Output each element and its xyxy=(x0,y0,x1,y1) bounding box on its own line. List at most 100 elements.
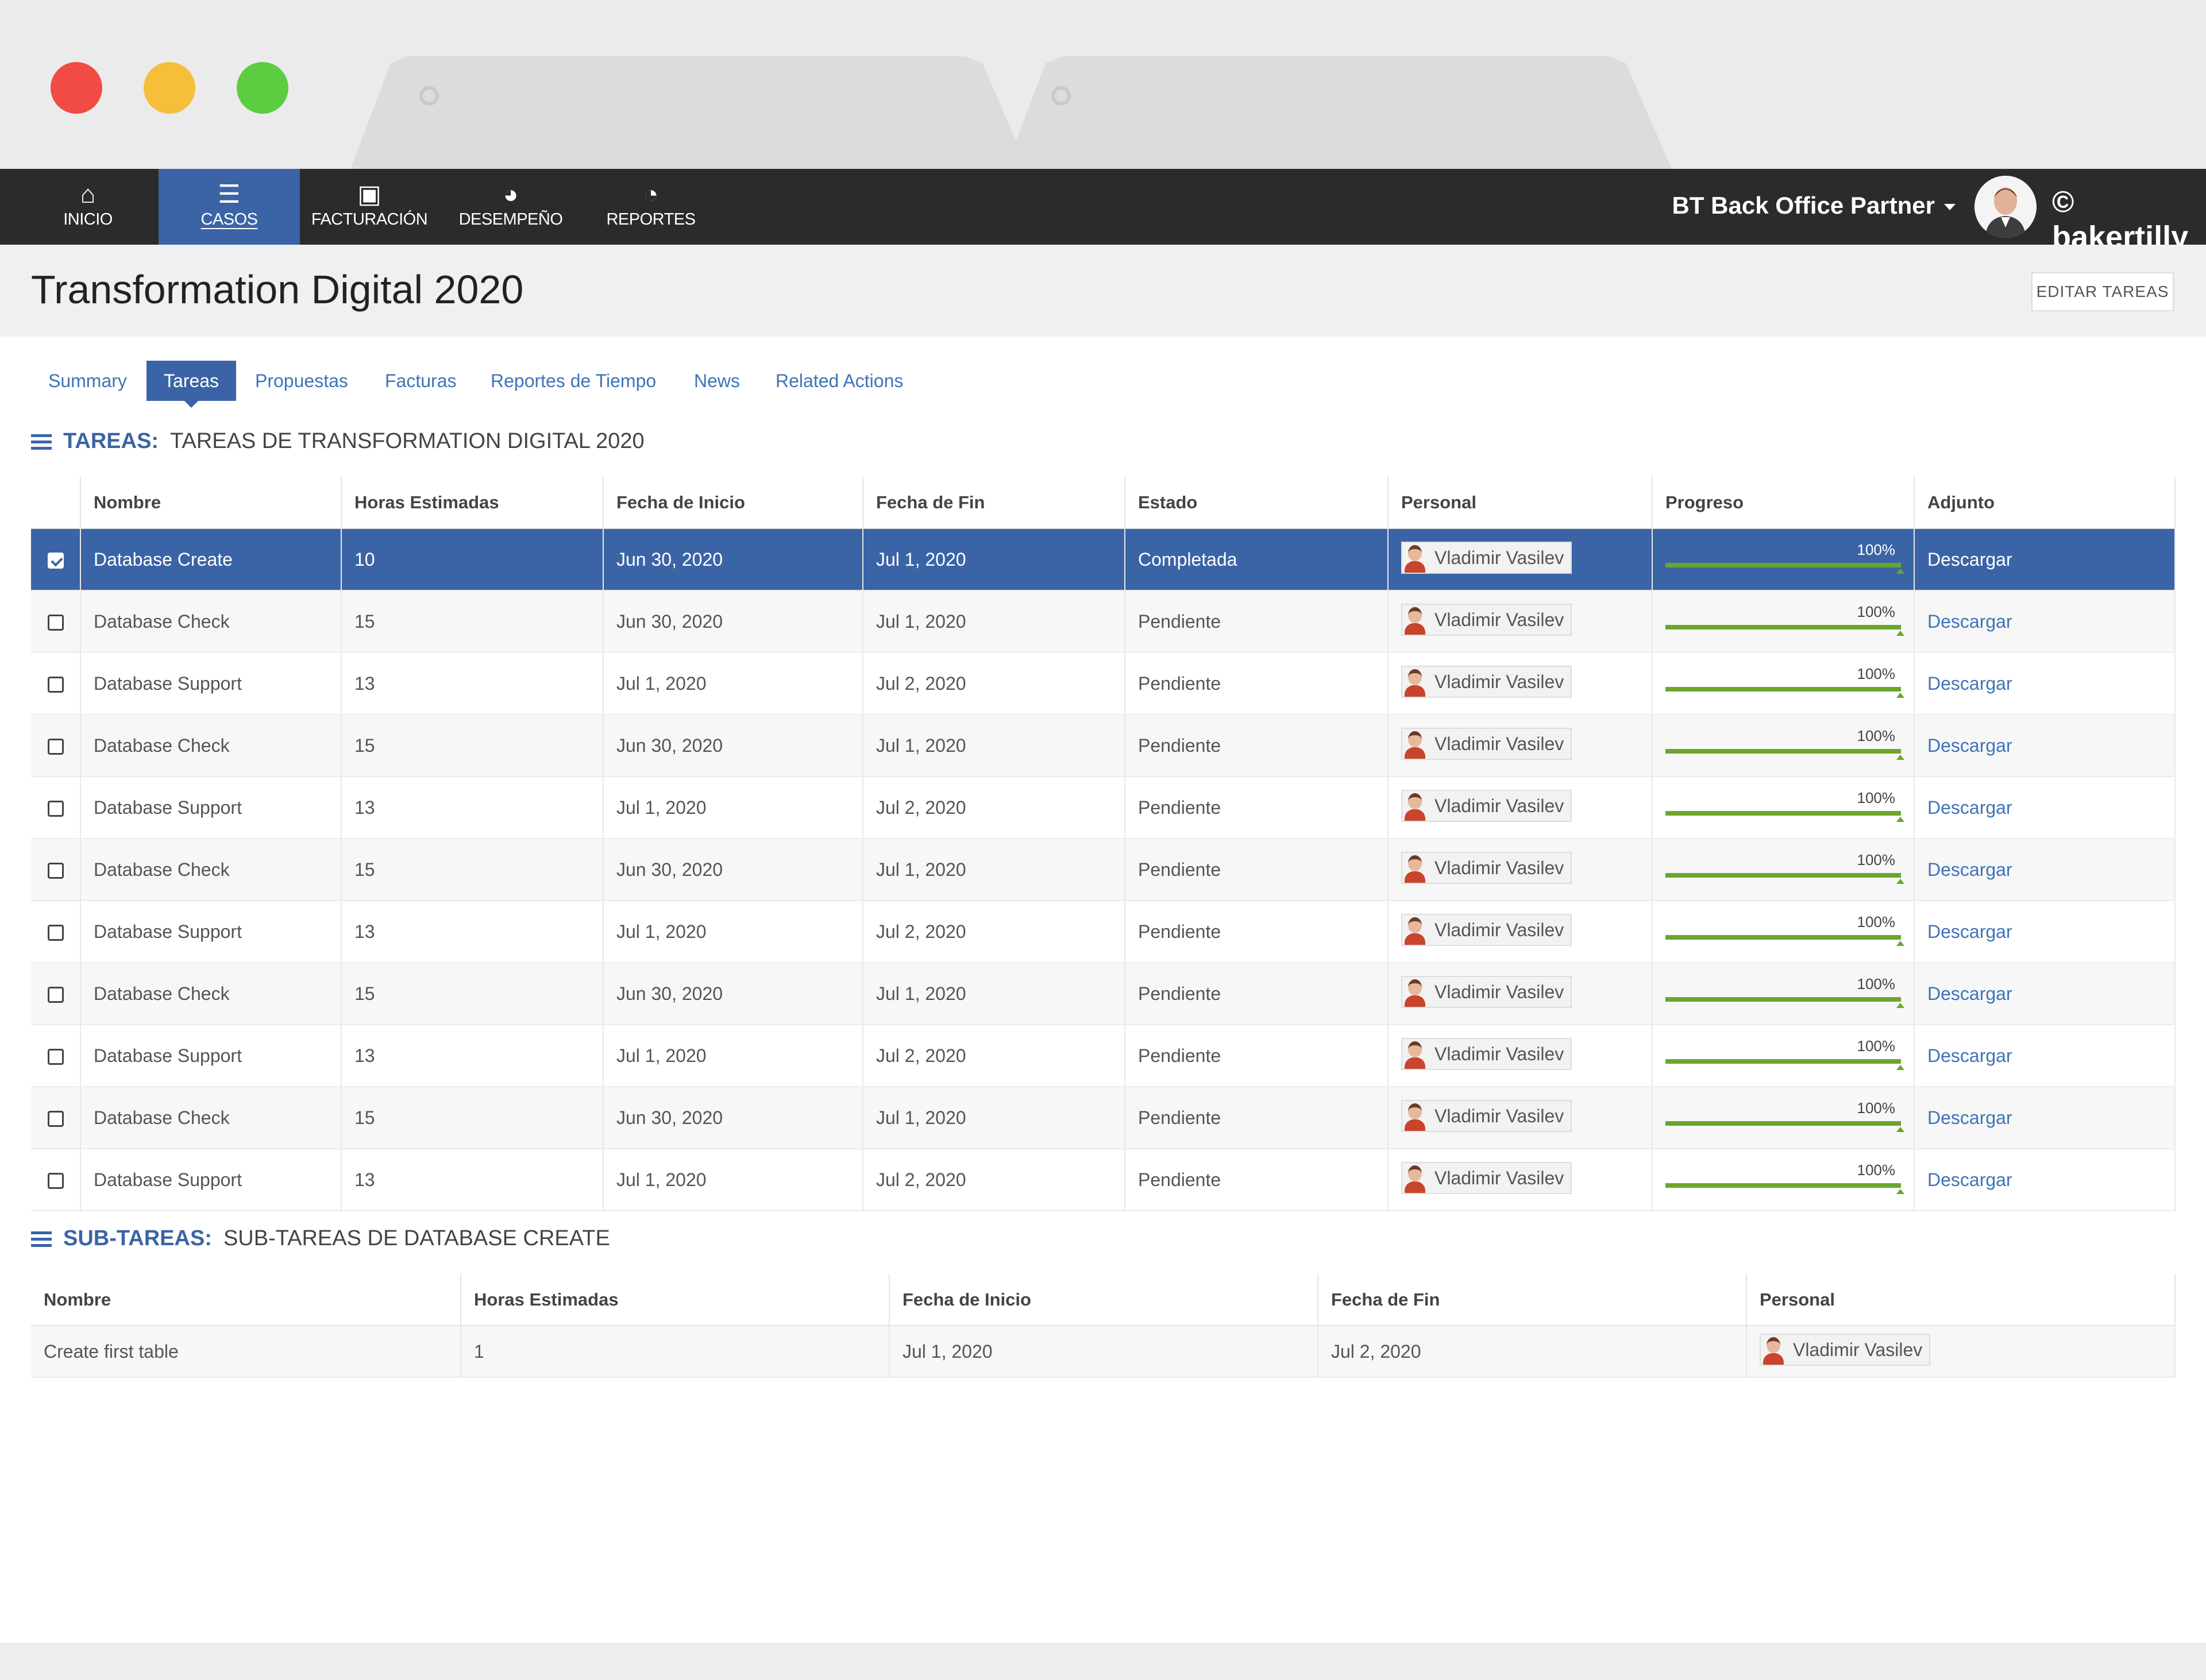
browser-tab[interactable] xyxy=(350,56,1028,169)
browser-tab[interactable] xyxy=(1005,56,1672,169)
person-chip[interactable]: Vladimir Vasilev xyxy=(1401,976,1572,1008)
row-checkbox[interactable] xyxy=(47,1111,64,1127)
task-start-date: Jul 1, 2020 xyxy=(603,777,863,839)
table-row[interactable]: Database Check 15 Jun 30, 2020 Jul 1, 20… xyxy=(31,963,2176,1025)
close-window-button[interactable] xyxy=(51,62,102,114)
download-link[interactable]: Descargar xyxy=(1927,921,2012,942)
money-icon: ▣ xyxy=(357,180,381,208)
progress-marker-icon xyxy=(1896,817,1904,822)
minimize-window-button[interactable] xyxy=(144,62,195,114)
column-header[interactable]: Estado xyxy=(1125,477,1389,529)
download-link[interactable]: Descargar xyxy=(1927,549,2012,570)
table-row[interactable]: Database Support 13 Jul 1, 2020 Jul 2, 2… xyxy=(31,1149,2176,1211)
row-checkbox[interactable] xyxy=(47,863,64,879)
progress-fill xyxy=(1665,811,1901,816)
subtasks-heading-key: SUB-TAREAS: xyxy=(63,1226,212,1250)
row-checkbox[interactable] xyxy=(47,987,64,1003)
task-start-date: Jun 30, 2020 xyxy=(603,528,863,591)
table-row[interactable]: Database Support 13 Jul 1, 2020 Jul 2, 2… xyxy=(31,777,2176,839)
download-link[interactable]: Descargar xyxy=(1927,673,2012,694)
table-row[interactable]: Database Check 15 Jun 30, 2020 Jul 1, 20… xyxy=(31,715,2176,777)
download-link[interactable]: Descargar xyxy=(1927,611,2012,632)
download-link[interactable]: Descargar xyxy=(1927,1169,2012,1190)
tab-close-icon[interactable] xyxy=(1051,86,1071,106)
download-link[interactable]: Descargar xyxy=(1927,1107,2012,1128)
row-checkbox[interactable] xyxy=(47,1173,64,1189)
column-header[interactable]: Personal xyxy=(1388,477,1653,529)
table-row[interactable]: Create first table 1 Jul 1, 2020 Jul 2, … xyxy=(31,1326,2176,1378)
partner-dropdown[interactable]: BT Back Office Partner xyxy=(1672,192,1956,219)
tab-related-actions[interactable]: Related Actions xyxy=(776,361,903,401)
table-row[interactable]: Database Check 15 Jun 30, 2020 Jul 1, 20… xyxy=(31,590,2176,653)
nav-item-casos[interactable]: ☰ CASOS xyxy=(159,169,300,245)
task-status: Pendiente xyxy=(1125,590,1389,653)
nav-item-inicio[interactable]: ⌂ INICIO xyxy=(17,169,159,245)
row-checkbox[interactable] xyxy=(47,615,64,631)
tab-close-icon[interactable] xyxy=(419,86,439,106)
person-chip[interactable]: Vladimir Vasilev xyxy=(1401,1162,1572,1194)
person-chip[interactable]: Vladimir Vasilev xyxy=(1401,666,1572,698)
tab-tareas[interactable]: Tareas xyxy=(146,361,237,408)
download-link[interactable]: Descargar xyxy=(1927,983,2012,1004)
nav-item-reportes[interactable]: ◔ REPORTES xyxy=(580,169,722,245)
person-name: Vladimir Vasilev xyxy=(1434,981,1564,1002)
download-link[interactable]: Descargar xyxy=(1927,859,2012,880)
row-checkbox[interactable] xyxy=(47,739,64,755)
nav-item-desempeno[interactable]: ◕ DESEMPEÑO xyxy=(440,169,581,245)
task-name: Database Check xyxy=(80,1087,342,1149)
task-personal-cell: Vladimir Vasilev xyxy=(1388,590,1653,653)
table-row[interactable]: Database Check 15 Jun 30, 2020 Jul 1, 20… xyxy=(31,839,2176,901)
tab-reportes-de-tiempo[interactable]: Reportes de Tiempo xyxy=(491,361,656,401)
row-checkbox[interactable] xyxy=(47,553,64,569)
progress-fill xyxy=(1665,1059,1901,1064)
top-nav: ⌂ INICIO ☰ CASOS ▣ FACTURACIÓN ◕ DESEMPE… xyxy=(0,169,2206,254)
table-row[interactable]: Database Create 10 Jun 30, 2020 Jul 1, 2… xyxy=(31,528,2176,591)
person-chip[interactable]: Vladimir Vasilev xyxy=(1401,790,1572,822)
table-row[interactable]: Database Support 13 Jul 1, 2020 Jul 2, 2… xyxy=(31,652,2176,715)
download-link[interactable]: Descargar xyxy=(1927,797,2012,818)
table-row[interactable]: Database Support 13 Jul 1, 2020 Jul 2, 2… xyxy=(31,901,2176,963)
column-header[interactable]: Progreso xyxy=(1652,477,1915,529)
column-header[interactable]: Nombre xyxy=(31,1274,461,1326)
person-avatar-icon xyxy=(1402,853,1428,883)
column-header[interactable]: Fecha de Fin xyxy=(863,477,1125,529)
row-checkbox[interactable] xyxy=(47,801,64,817)
progress-marker-icon xyxy=(1896,879,1904,884)
person-chip[interactable]: Vladimir Vasilev xyxy=(1760,1334,1931,1366)
column-header[interactable]: Horas Estimadas xyxy=(341,477,604,529)
person-chip[interactable]: Vladimir Vasilev xyxy=(1401,728,1572,760)
person-chip[interactable]: Vladimir Vasilev xyxy=(1401,1100,1572,1132)
table-row[interactable]: Database Support 13 Jul 1, 2020 Jul 2, 2… xyxy=(31,1025,2176,1087)
tab-facturas[interactable]: Facturas xyxy=(385,361,456,401)
download-link[interactable]: Descargar xyxy=(1927,735,2012,756)
column-header[interactable]: Nombre xyxy=(80,477,342,529)
row-checkbox[interactable] xyxy=(47,677,64,693)
table-row[interactable]: Database Check 15 Jun 30, 2020 Jul 1, 20… xyxy=(31,1087,2176,1149)
edit-tasks-button[interactable]: EDITAR TAREAS xyxy=(2031,272,2174,311)
maximize-window-button[interactable] xyxy=(237,62,288,114)
row-checkbox[interactable] xyxy=(47,925,64,941)
person-chip[interactable]: Vladimir Vasilev xyxy=(1401,542,1572,574)
column-header[interactable]: Fecha de Inicio xyxy=(603,477,863,529)
progress-bar: 100% xyxy=(1665,598,1907,644)
nav-item-facturacion[interactable]: ▣ FACTURACIÓN xyxy=(299,169,440,245)
column-header[interactable]: Personal xyxy=(1746,1274,2176,1326)
progress-track xyxy=(1665,625,1901,629)
task-status: Pendiente xyxy=(1125,1149,1389,1211)
task-personal-cell: Vladimir Vasilev xyxy=(1388,839,1653,901)
tab-summary[interactable]: Summary xyxy=(48,361,127,401)
download-link[interactable]: Descargar xyxy=(1927,1045,2012,1066)
row-checkbox[interactable] xyxy=(47,1049,64,1065)
column-header[interactable]: Horas Estimadas xyxy=(461,1274,890,1326)
column-header[interactable]: Fecha de Fin xyxy=(1318,1274,1747,1326)
person-chip[interactable]: Vladimir Vasilev xyxy=(1401,914,1572,946)
tab-news[interactable]: News xyxy=(694,361,740,401)
column-header[interactable]: Adjunto xyxy=(1914,477,2176,529)
person-chip[interactable]: Vladimir Vasilev xyxy=(1401,852,1572,884)
tab-propuestas[interactable]: Propuestas xyxy=(255,361,348,401)
person-chip[interactable]: Vladimir Vasilev xyxy=(1401,604,1572,636)
user-avatar[interactable] xyxy=(1974,176,2037,238)
column-header[interactable]: Fecha de Inicio xyxy=(889,1274,1318,1326)
person-chip[interactable]: Vladimir Vasilev xyxy=(1401,1038,1572,1070)
person-name: Vladimir Vasilev xyxy=(1434,1105,1564,1126)
